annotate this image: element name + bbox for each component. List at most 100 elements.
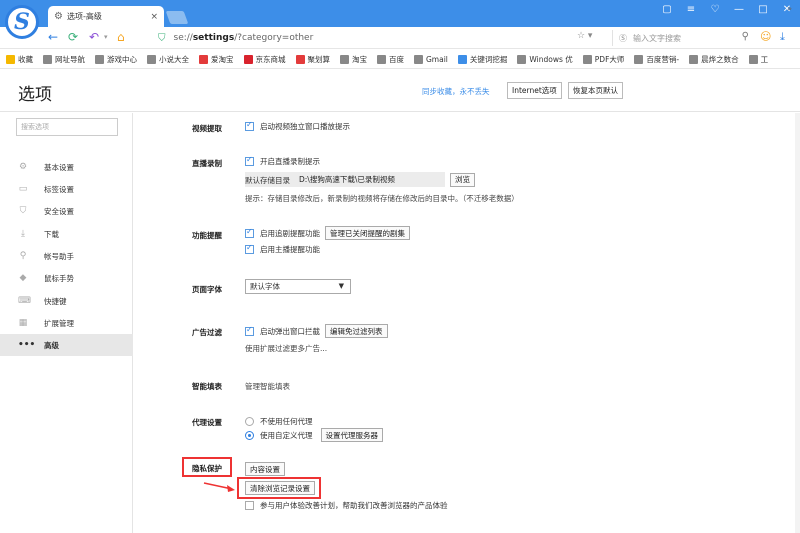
maximize-button[interactable]: □ xyxy=(756,4,770,15)
sidebar: 搜索选项 ⚙ 基本设置 ▭ 标签设置 ⛉ 安全设置 ⤓ 下载 ⚲ 帐号助手 ◆ 鼠标手势 ⌨ 快捷键 ▦ 扩展… xyxy=(0,113,133,533)
minimize-button[interactable]: — xyxy=(732,4,746,15)
edit-whitelist-button[interactable]: 编辑免过滤列表 xyxy=(325,324,388,338)
bookmark-label: 百度 xyxy=(389,54,404,64)
bookmarks-more-icon[interactable]: » xyxy=(787,4,792,13)
skin-icon[interactable]: ▢ xyxy=(660,4,674,15)
back-arrow-icon[interactable]: ← xyxy=(48,30,58,44)
manage-autofill-link[interactable]: 管理智能填表 xyxy=(245,381,290,392)
undo-dropdown-icon[interactable]: ▾ xyxy=(104,33,108,41)
chevron-down-icon: ▼ xyxy=(338,282,344,290)
sidebar-item[interactable]: ⚲ 帐号助手 xyxy=(0,245,133,267)
bookmark-item[interactable]: 游戏中心 xyxy=(95,54,137,65)
bookmark-item[interactable]: 百度营销- xyxy=(634,54,679,65)
bookmark-item[interactable]: 爱淘宝 xyxy=(199,54,234,65)
sidebar-item-icon: ▭ xyxy=(18,184,28,194)
sidebar-item[interactable]: ⌨ 快捷键 xyxy=(0,290,133,312)
gear-icon: ⚙ xyxy=(54,11,63,22)
bookmark-item[interactable]: 关键词挖掘 xyxy=(457,54,507,65)
bookmark-label: Gmail xyxy=(426,54,448,64)
undo-icon[interactable]: ↶ xyxy=(89,30,99,44)
sidebar-item-label: 帐号助手 xyxy=(44,251,74,261)
sidebar-item-label: 鼠标手势 xyxy=(44,273,74,283)
sidebar-item[interactable]: ▭ 标签设置 xyxy=(0,178,133,200)
sidebar-item[interactable]: ••• 高级 xyxy=(0,334,133,356)
sidebar-item-label: 下载 xyxy=(44,229,59,239)
bookmark-favicon-icon xyxy=(6,54,15,64)
video-checkbox[interactable] xyxy=(245,120,254,131)
browser-logo: S xyxy=(5,5,39,39)
drama-remind-label: 启用追剧提醒功能 xyxy=(260,228,320,238)
bookmark-item[interactable]: 晨烨之数合 xyxy=(689,54,739,65)
menu-icon[interactable]: ≡ xyxy=(684,4,698,15)
bookmark-item[interactable]: 网址导航 xyxy=(43,54,85,65)
bookmark-item[interactable]: 京东商城 xyxy=(243,54,286,65)
bookmark-star-icon[interactable]: ☆ ▾ xyxy=(577,31,592,41)
popup-block-checkbox[interactable] xyxy=(245,325,254,336)
new-tab-button[interactable] xyxy=(165,11,189,24)
options-search-input[interactable]: 搜索选项 xyxy=(16,118,118,136)
bookmark-favicon-icon xyxy=(377,54,386,64)
custom-proxy-label: 使用自定义代理 xyxy=(260,430,313,440)
manage-closed-button[interactable]: 管理已关闭提醒的剧集 xyxy=(325,226,410,240)
browse-button[interactable]: 浏览 xyxy=(450,172,475,187)
bookmark-favicon-icon xyxy=(199,54,208,64)
bookmark-item[interactable]: 淘宝 xyxy=(340,54,367,65)
anchor-remind-checkbox[interactable] xyxy=(245,243,254,254)
scrollbar[interactable] xyxy=(795,113,800,533)
proxy-server-button[interactable]: 设置代理服务器 xyxy=(320,428,383,442)
bookmark-item[interactable]: PDF大师 xyxy=(582,54,624,65)
bookmark-item[interactable]: 百度 xyxy=(377,54,404,65)
bookmark-item[interactable]: 收藏 xyxy=(6,54,33,65)
internet-options-button[interactable]: Internet选项 xyxy=(507,82,562,99)
bookmark-item[interactable]: 工 xyxy=(748,54,768,65)
bookmark-item[interactable]: 小说大全 xyxy=(147,54,189,65)
content-settings-button[interactable]: 内容设置 xyxy=(245,462,285,476)
live-checkbox[interactable] xyxy=(245,155,254,166)
download-icon[interactable]: ⤓ xyxy=(780,30,785,44)
sidebar-item-label: 快捷键 xyxy=(44,296,67,306)
storage-path-field[interactable]: 默认存储目录 D:\搜狗高速下载\已录制视频 xyxy=(245,172,445,187)
no-proxy-radio[interactable] xyxy=(245,417,254,426)
storage-hint: 提示：存储目录修改后，新录制的视频将存储在修改后的目录中。（不迁移老数据） xyxy=(245,194,519,203)
sidebar-item[interactable]: ⚙ 基本设置 xyxy=(0,156,133,178)
bookmark-item[interactable]: Gmail xyxy=(414,54,448,64)
remind-option1-row: 启用追剧提醒功能 管理已关闭提醒的剧集 xyxy=(245,226,410,240)
clear-history-button[interactable]: 清除浏览记录设置 xyxy=(245,481,315,495)
bookmark-label: Windows 优 xyxy=(529,54,573,64)
navigation-bar: ← ⟳ ↶ ▾ ⌂ ⛉ se://settings/?category=othe… xyxy=(0,27,800,49)
custom-proxy-radio[interactable] xyxy=(245,430,254,440)
refresh-icon[interactable]: ⟳ xyxy=(68,30,78,44)
storage-path-row: 默认存储目录 D:\搜狗高速下载\已录制视频 浏览 xyxy=(245,172,475,187)
bookmark-item[interactable]: Windows 优 xyxy=(517,54,573,65)
sidebar-item[interactable]: ▦ 扩展管理 xyxy=(0,312,133,334)
tab-settings[interactable]: ⚙ 选项-高级 × xyxy=(48,6,164,27)
page-title: 选项 xyxy=(18,85,52,105)
font-select[interactable]: 默认字体 ▼ xyxy=(245,279,351,294)
ux-program-checkbox[interactable] xyxy=(245,501,254,510)
address-bar[interactable]: ⛉ se://settings/?category=other xyxy=(158,30,603,46)
sidebar-item[interactable]: ⤓ 下载 xyxy=(0,223,133,245)
bookmark-label: 淘宝 xyxy=(352,54,367,64)
sidebar-item-icon: ⤓ xyxy=(21,229,25,239)
bookmark-label: 网址导航 xyxy=(55,54,85,64)
storage-path-label: 默认存储目录 xyxy=(245,176,290,185)
window-controls: ▢ ≡ ♡ — □ ✕ xyxy=(660,4,794,15)
extension-filter-link[interactable]: 使用扩展过滤更多广告... xyxy=(245,343,327,354)
storage-path-value: D:\搜狗高速下载\已录制视频 xyxy=(299,175,395,184)
feedback-icon[interactable]: ♡ xyxy=(708,4,722,15)
close-tab-button[interactable]: × xyxy=(150,12,158,22)
sidebar-item[interactable]: ⛉ 安全设置 xyxy=(0,200,133,222)
home-icon[interactable]: ⌂ xyxy=(117,30,125,44)
autofill-label: 智能填表 xyxy=(192,382,222,391)
search-icon[interactable]: ⚲ xyxy=(742,31,749,42)
bookmark-favicon-icon xyxy=(243,54,253,64)
sync-link[interactable]: 同步收藏，永不丢失 xyxy=(422,86,490,97)
drama-remind-checkbox[interactable] xyxy=(245,227,254,238)
restore-defaults-button[interactable]: 恢复本页默认 xyxy=(568,82,623,99)
sidebar-item[interactable]: ◆ 鼠标手势 xyxy=(0,267,133,289)
font-select-value: 默认字体 xyxy=(250,282,280,291)
anchor-remind-label: 启用主播提醒功能 xyxy=(260,245,320,254)
search-input[interactable]: Ⓢ 输入文字搜索 ⚲ xyxy=(612,30,752,46)
bookmark-item[interactable]: 聚划算 xyxy=(295,54,330,65)
emoji-icon[interactable]: ☺ xyxy=(760,30,771,43)
